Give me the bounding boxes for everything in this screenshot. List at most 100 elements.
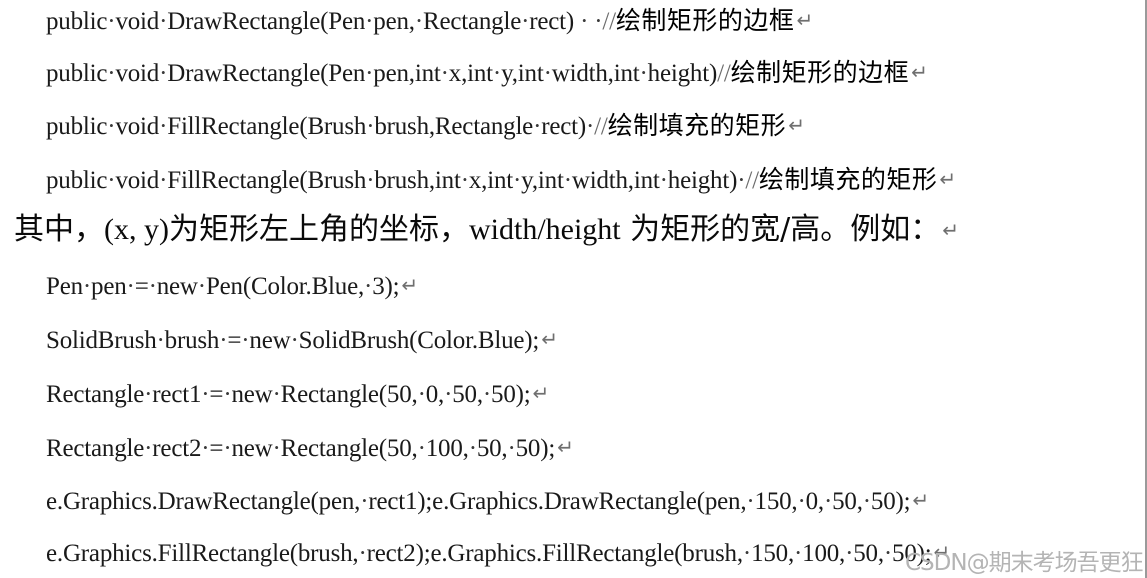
code-token: =	[209, 435, 224, 462]
code-token: y,int	[501, 60, 544, 87]
space-mark: ·	[543, 60, 552, 87]
space-mark: ·	[823, 488, 833, 515]
space-mark: ·	[414, 8, 423, 35]
space-mark: ·	[639, 60, 648, 87]
code-token: 50);	[515, 435, 556, 462]
space-mark: ·	[482, 381, 492, 408]
space-mark: ·	[742, 540, 752, 567]
comment-text: 绘制填充的矩形	[607, 111, 787, 140]
code-token: Rectangle(50,	[280, 435, 418, 462]
code-token: pen	[91, 273, 127, 300]
code-token: 100,	[802, 540, 846, 567]
explanation-middle: 为矩形左上角的坐标，	[168, 212, 469, 247]
code-line-signature-3: public·void·FillRectangle(Brush·brush,Re…	[46, 113, 805, 139]
space-mark: ·	[272, 381, 281, 408]
code-token: void	[115, 113, 160, 140]
paragraph-mark: ↵	[942, 218, 960, 242]
comment-slashes: //	[745, 167, 759, 194]
code-token: x,int	[448, 60, 493, 87]
paragraph-mark: ↵	[933, 540, 951, 564]
code-token: rect)	[541, 113, 587, 140]
space-mark: ·	[358, 540, 367, 567]
code-token: 50,	[832, 488, 863, 515]
comment-slashes: //	[594, 113, 608, 140]
code-token: new	[249, 327, 291, 354]
space-mark: ·	[197, 273, 206, 300]
paragraph-mark: ↵	[788, 113, 805, 137]
space-mark: ·	[513, 167, 522, 194]
code-token: height)	[667, 167, 738, 194]
code-token: Rectangle	[422, 8, 522, 35]
code-token: Rectangle(50,	[280, 381, 418, 408]
code-line-rect1: Rectangle·rect1·=·new·Rectangle(50,·0,·5…	[46, 382, 549, 407]
code-token: Pen	[46, 273, 83, 300]
space-mark: ·	[159, 113, 168, 140]
code-token: brush,Rectangle	[374, 113, 534, 140]
paragraph-mark: ↵	[532, 381, 550, 405]
space-mark: ·	[126, 273, 135, 300]
code-token: =	[227, 327, 242, 354]
code-line-draw-calls: e.Graphics.DrawRectangle(pen,·rect1);e.G…	[46, 489, 929, 514]
code-line-signature-1: public·void·DrawRectangle(Pen·pen,·Recta…	[46, 8, 813, 34]
space-mark: ·	[746, 488, 755, 515]
code-token: 150,	[751, 540, 795, 567]
code-token: public	[46, 167, 108, 194]
space-mark: ·	[862, 488, 871, 515]
space-mark: · ·	[574, 8, 603, 35]
space-mark: ·	[492, 60, 502, 87]
code-token: void	[115, 8, 160, 35]
code-token: DrawRectangle(Pen	[167, 8, 366, 35]
space-mark: ·	[290, 327, 299, 354]
code-token: 50,	[853, 540, 884, 567]
paragraph-mark: ↵	[911, 60, 928, 84]
space-mark: ·	[159, 60, 168, 87]
code-token: x,int	[468, 167, 514, 194]
space-mark: ·	[159, 8, 168, 35]
code-token: rect1);e.Graphics.DrawRectangle(pen,	[368, 488, 747, 515]
code-token: width,int	[571, 167, 660, 194]
code-token: Pen(Color.Blue,	[205, 273, 365, 300]
code-token: 50);	[491, 381, 531, 408]
code-token: 0,	[805, 488, 825, 515]
space-mark: ·	[156, 327, 165, 354]
space-mark: ·	[417, 381, 426, 408]
document-page: public·void·DrawRectangle(Pen·pen,·Recta…	[0, 0, 1147, 578]
space-mark: ·	[82, 273, 92, 300]
code-token: new	[156, 273, 198, 300]
code-token: 0,	[425, 381, 445, 408]
code-token: 50,	[476, 435, 508, 462]
space-mark: ·	[797, 488, 806, 515]
code-token: pen,int	[373, 60, 441, 87]
comment-slashes: //	[717, 60, 731, 87]
code-token: Rectangle	[46, 435, 145, 462]
code-token: 150,	[754, 488, 798, 515]
space-mark: ·	[659, 167, 668, 194]
space-mark: ·	[364, 273, 373, 300]
code-token: FillRectangle(Brush	[167, 113, 367, 140]
space-mark: ·	[444, 381, 453, 408]
comment-text: 绘制矩形的边框	[615, 6, 795, 35]
code-token: rect1	[152, 381, 202, 408]
code-token: new	[231, 381, 273, 408]
code-line-signature-2: public·void·DrawRectangle(Pen·pen,int·x,…	[46, 60, 928, 86]
space-mark: ·	[159, 167, 168, 194]
code-token: Rectangle	[46, 381, 145, 408]
explanation-paragraph: 其中，(x, y)为矩形左上角的坐标，width/height 为矩形的宽/高。…	[14, 215, 959, 245]
code-token: public	[46, 8, 108, 35]
space-mark: ·	[883, 540, 893, 567]
comment-text: 绘制填充的矩形	[758, 165, 938, 194]
dimension-notation: width/height	[468, 213, 621, 246]
comment-text: 绘制矩形的边框	[730, 58, 910, 87]
code-token: brush,int	[374, 167, 461, 194]
code-token: rect)	[529, 8, 575, 35]
explanation-suffix: 为矩形的宽/高。例如：	[620, 212, 941, 247]
paragraph-mark: ↵	[401, 273, 418, 297]
code-token: 50);	[892, 540, 932, 567]
code-token: new	[231, 435, 273, 462]
code-line-signature-4: public·void·FillRectangle(Brush·brush,in…	[46, 167, 956, 193]
space-mark: ·	[507, 435, 516, 462]
coordinate-notation: (x, y)	[104, 213, 169, 246]
space-mark: ·	[417, 435, 426, 462]
paragraph-mark: ↵	[541, 327, 558, 351]
code-token: e.Graphics.FillRectangle(brush,	[46, 540, 359, 567]
